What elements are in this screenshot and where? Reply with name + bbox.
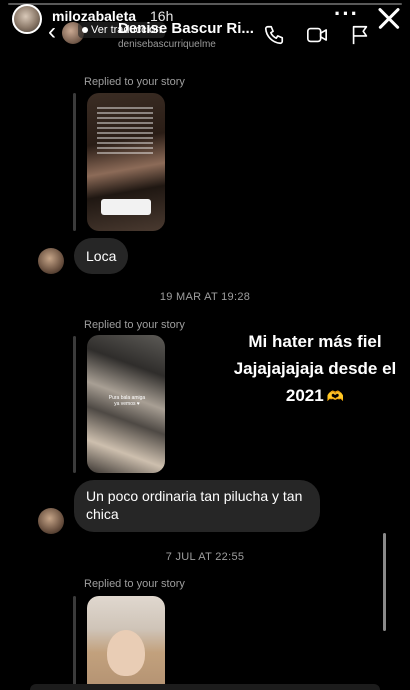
story-thumbnail[interactable]: [87, 93, 165, 231]
chat-timestamp: 7 JUL AT 22:55: [165, 551, 245, 563]
reply-input-bar[interactable]: [30, 684, 380, 690]
replied-to-story-label: Replied to your story: [84, 578, 185, 590]
sender-avatar[interactable]: [38, 508, 64, 534]
reply-quote-line: [73, 596, 76, 690]
replied-to-story-label: Replied to your story: [84, 319, 185, 331]
story-thumbnail-sticker: [101, 199, 151, 215]
story-caption: Mi hater más fiel Jajajajajaja desde el …: [230, 328, 400, 410]
dm-contact-handle: denisebascurriquelme: [118, 39, 216, 50]
message-bubble[interactable]: Un poco ordinaria tan pilucha y tan chic…: [74, 480, 320, 532]
heart-hands-icon: 🫶: [326, 388, 345, 404]
more-options-icon[interactable]: ···: [334, 3, 359, 25]
scrollbar[interactable]: [383, 533, 386, 631]
story-thumbnail[interactable]: Pura bala amiga ya vemos ♥: [87, 335, 165, 473]
story-thumbnail[interactable]: [87, 596, 165, 690]
message-text: Loca: [86, 248, 117, 264]
story-thumbnail-face: [107, 630, 145, 676]
reply-quote-line: [73, 336, 76, 473]
story-thumbnail-text: [97, 107, 153, 157]
sender-avatar[interactable]: [38, 248, 64, 274]
story-author-avatar[interactable]: [12, 4, 42, 34]
translate-dot-icon: [82, 27, 88, 34]
close-icon[interactable]: [377, 6, 401, 30]
reply-quote-line: [73, 93, 76, 231]
story-caption-text: Mi hater más fiel Jajajajajaja desde el …: [233, 332, 397, 405]
replied-to-story-label: Replied to your story: [84, 76, 185, 88]
chevron-left-icon[interactable]: ‹: [48, 20, 56, 44]
message-text: Un poco ordinaria tan pilucha y tan chic…: [86, 488, 303, 522]
flag-icon[interactable]: [348, 24, 372, 46]
story-thumbnail-caption: Pura bala amiga ya vemos ♥: [108, 395, 146, 407]
message-bubble[interactable]: Loca: [74, 238, 128, 274]
chat-timestamp: 19 MAR AT 19:28: [159, 291, 251, 303]
video-camera-icon[interactable]: [305, 24, 329, 46]
phone-icon[interactable]: [262, 24, 286, 46]
dm-contact-name[interactable]: Denise Bascur Ri...: [118, 20, 258, 37]
